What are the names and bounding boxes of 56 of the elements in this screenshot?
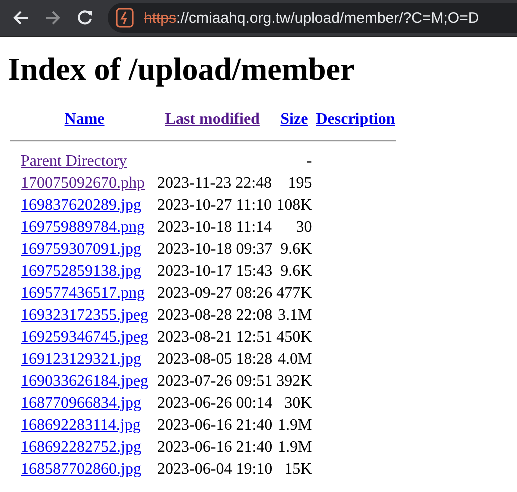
- file-size: 4.0M: [278, 351, 312, 368]
- column-header-link[interactable]: Description: [316, 111, 396, 128]
- file-link[interactable]: 168587702860.jpg: [21, 461, 142, 478]
- forward-icon[interactable]: [44, 9, 62, 27]
- file-size: 30K: [284, 395, 312, 412]
- url-text: ://cmiaahq.org.tw/upload/member/?C=M;O=D: [176, 10, 480, 26]
- file-link[interactable]: 168692282752.jpg: [21, 439, 142, 456]
- file-link[interactable]: 170075092670.php: [21, 175, 145, 192]
- file-link[interactable]: 168692283114.jpg: [21, 417, 141, 434]
- file-link[interactable]: Parent Directory: [21, 153, 128, 170]
- modified-date: 2023-08-21 12:51: [158, 329, 273, 346]
- modified-date: 2023-06-04 19:10: [158, 461, 273, 478]
- modified-date: 2023-10-18 09:37: [158, 241, 273, 258]
- file-link[interactable]: 169759889784.png: [21, 219, 145, 236]
- file-link[interactable]: 169577436517.png: [21, 285, 145, 302]
- file-size: 30: [296, 219, 312, 236]
- file-size: 392K: [276, 373, 312, 390]
- column-header-link[interactable]: Last modified: [165, 111, 260, 128]
- modified-date: 2023-08-05 18:28: [158, 351, 273, 368]
- modified-date: 2023-06-16 21:40: [158, 417, 273, 434]
- file-link[interactable]: 169759307091.jpg: [21, 241, 142, 258]
- modified-date: 2023-06-16 21:40: [158, 439, 273, 456]
- file-size: 1.9M: [278, 417, 312, 434]
- page-title: Index of /upload/member: [8, 51, 356, 88]
- column-header-link[interactable]: Name: [64, 111, 105, 128]
- back-icon[interactable]: [12, 9, 30, 27]
- modified-date: 2023-11-23 22:48: [158, 175, 272, 192]
- file-size: 477K: [276, 285, 312, 302]
- file-link[interactable]: 169323172355.jpeg: [21, 307, 149, 324]
- file-link[interactable]: 169033626184.jpeg: [21, 373, 149, 390]
- file-link[interactable]: 169752859138.jpg: [21, 263, 142, 280]
- modified-date: 2023-06-26 00:14: [158, 395, 273, 412]
- file-size: 9.6K: [280, 241, 312, 258]
- file-size: 9.6K: [280, 263, 312, 280]
- file-size: 1.9M: [278, 439, 312, 456]
- file-size: 3.1M: [278, 307, 312, 324]
- file-link[interactable]: 169259346745.jpeg: [21, 329, 149, 346]
- address-field[interactable]: https://cmiaahq.org.tw/upload/member/?C=M;O=D: [108, 3, 517, 33]
- modified-date: 2023-10-17 15:43: [158, 263, 273, 280]
- file-link[interactable]: 169837620289.jpg: [21, 197, 142, 214]
- file-size: 108K: [276, 197, 312, 214]
- modified-date: 2023-08-28 22:08: [158, 307, 273, 324]
- warning-icon[interactable]: [116, 8, 134, 28]
- file-size: 450K: [276, 329, 312, 346]
- file-size: 15K: [284, 461, 312, 478]
- modified-date: 2023-07-26 09:51: [158, 373, 273, 390]
- file-size: -: [306, 153, 312, 170]
- file-link[interactable]: 169123129321.jpg: [21, 351, 142, 368]
- file-size: 195: [288, 175, 312, 192]
- modified-date: 2023-09-27 08:26: [158, 285, 273, 302]
- modified-date: 2023-10-18 11:14: [158, 219, 272, 236]
- file-link[interactable]: 168770966834.jpg: [21, 395, 142, 412]
- modified-date: 2023-10-27 11:10: [158, 197, 272, 214]
- url-scheme: https: [144, 10, 177, 26]
- column-header-link[interactable]: Size: [280, 111, 308, 128]
- reload-icon[interactable]: [76, 9, 94, 27]
